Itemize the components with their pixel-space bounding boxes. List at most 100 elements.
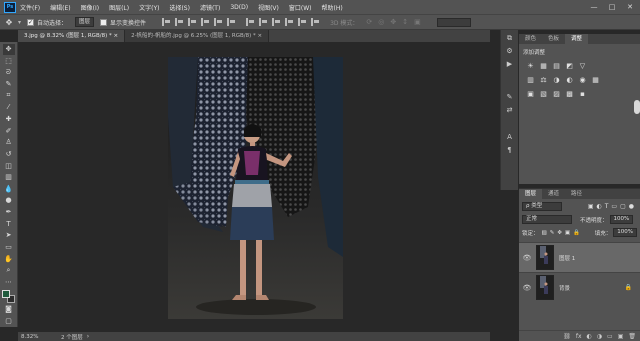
move-tool-icon[interactable]: ✥ bbox=[0, 18, 18, 27]
foreground-color-swatch[interactable] bbox=[1, 290, 10, 299]
healing-brush-tool-icon[interactable]: ✚ bbox=[3, 114, 15, 125]
auto-select-checkbox[interactable]: ✓ bbox=[27, 18, 35, 26]
menu-select[interactable]: 选择(S) bbox=[169, 3, 190, 12]
gradient-map-icon[interactable]: ▩ bbox=[565, 90, 574, 98]
tool-preset-chevron-icon[interactable]: ▾ bbox=[18, 19, 21, 26]
menu-layer[interactable]: 图层(L) bbox=[109, 3, 129, 12]
properties-panel-icon[interactable]: ⚙ bbox=[505, 47, 515, 56]
tab-layers[interactable]: 图层 bbox=[519, 189, 543, 199]
close-button[interactable]: ✕ bbox=[624, 2, 636, 12]
distribute-right-icon[interactable] bbox=[311, 18, 320, 26]
align-bottom-icon[interactable] bbox=[227, 18, 236, 26]
clone-stamp-tool-icon[interactable]: ♙ bbox=[3, 137, 15, 148]
crop-tool-icon[interactable]: ⌗ bbox=[3, 91, 15, 102]
menu-3d[interactable]: 3D(D) bbox=[230, 4, 248, 11]
menu-file[interactable]: 文件(F) bbox=[20, 3, 40, 12]
blend-mode-dropdown[interactable]: 正常 bbox=[522, 215, 572, 224]
actions-panel-icon[interactable]: ▶ bbox=[505, 60, 515, 69]
new-layer-icon[interactable]: ▣ bbox=[618, 333, 624, 340]
align-middle-icon[interactable] bbox=[214, 18, 223, 26]
quick-mask-icon[interactable]: ◙ bbox=[3, 304, 15, 315]
visibility-eye-icon[interactable]: 👁 bbox=[522, 284, 532, 292]
menu-image[interactable]: 图像(I) bbox=[81, 3, 99, 12]
selective-color-icon[interactable]: ▪ bbox=[578, 90, 587, 98]
brush-tool-icon[interactable]: ✐ bbox=[3, 125, 15, 136]
distribute-center-icon[interactable] bbox=[298, 18, 307, 26]
distribute-top-icon[interactable] bbox=[246, 18, 255, 26]
path-select-tool-icon[interactable]: ➤ bbox=[3, 230, 15, 241]
move-tool-icon[interactable]: ✥ bbox=[2, 44, 15, 55]
lock-icons[interactable]: ▨✎✥▣🔒 bbox=[542, 230, 583, 236]
pen-tool-icon[interactable]: ✒ bbox=[3, 207, 15, 218]
add-mask-icon[interactable]: ◐ bbox=[587, 333, 592, 340]
link-layers-icon[interactable]: ⛓ bbox=[563, 333, 571, 340]
character-panel-icon[interactable]: A bbox=[505, 133, 515, 142]
layer-style-icon[interactable]: fx bbox=[576, 333, 582, 340]
menu-edit[interactable]: 编辑(E) bbox=[50, 3, 70, 12]
new-group-icon[interactable]: ▭ bbox=[607, 333, 613, 340]
tab-document-1[interactable]: 3.jpg @ 8.32% (图层 1, RGB/8) * × bbox=[18, 30, 126, 42]
history-brush-tool-icon[interactable]: ↺ bbox=[3, 149, 15, 160]
type-tool-icon[interactable]: T bbox=[3, 218, 15, 229]
layer-filter-icons[interactable]: ▣◐T▭▢● bbox=[588, 203, 637, 210]
marquee-tool-icon[interactable]: ⬚ bbox=[3, 56, 15, 67]
align-top-icon[interactable] bbox=[201, 18, 210, 26]
3d-rotate-icon[interactable]: ⟳ bbox=[366, 18, 372, 26]
document-canvas-photo[interactable] bbox=[168, 57, 343, 319]
curves-icon[interactable]: ▤ bbox=[552, 62, 561, 70]
lasso-tool-icon[interactable]: ᘐ bbox=[3, 67, 15, 78]
photo-filter-icon[interactable]: ◐ bbox=[565, 76, 574, 84]
posterize-icon[interactable]: ▧ bbox=[539, 90, 548, 98]
history-panel-icon[interactable]: ⧉ bbox=[505, 34, 515, 43]
eraser-tool-icon[interactable]: ◫ bbox=[3, 160, 15, 171]
layer-row-2[interactable]: 👁 背景 🔒 bbox=[519, 272, 640, 302]
opacity-input[interactable]: 100% bbox=[609, 215, 634, 224]
channel-mixer-icon[interactable]: ◉ bbox=[578, 76, 587, 84]
color-swatches[interactable] bbox=[1, 290, 16, 304]
tab-channels[interactable]: 通道 bbox=[542, 189, 565, 199]
vibrance-icon[interactable]: ▽ bbox=[578, 62, 587, 70]
status-chevron-icon[interactable]: › bbox=[87, 333, 89, 340]
threshold-icon[interactable]: ▨ bbox=[552, 90, 561, 98]
zoom-tool-icon[interactable]: ⌕ bbox=[3, 265, 15, 276]
brightness-contrast-icon[interactable]: ☀ bbox=[526, 62, 535, 70]
black-white-icon[interactable]: ◑ bbox=[552, 76, 561, 84]
tab-swatches[interactable]: 色板 bbox=[542, 34, 565, 44]
blur-tool-icon[interactable]: 💧 bbox=[3, 184, 15, 195]
3d-drag-icon[interactable]: ✥ bbox=[390, 18, 396, 26]
layer-filter-dropdown[interactable]: ρ 类型 bbox=[522, 202, 562, 211]
tab-document-2[interactable]: 2-帆船的-帆船的.jpg @ 6.25% (图层 1, RGB/8) * × bbox=[125, 30, 270, 42]
tab-paths[interactable]: 路径 bbox=[565, 189, 588, 199]
layer-name[interactable]: 图层 1 bbox=[559, 254, 575, 262]
hue-saturation-icon[interactable]: ▥ bbox=[526, 76, 535, 84]
3d-roll-icon[interactable]: ◎ bbox=[378, 18, 384, 26]
eyedropper-tool-icon[interactable]: ⁄ bbox=[3, 102, 15, 113]
distribute-middle-icon[interactable] bbox=[259, 18, 268, 26]
zoom-level[interactable]: 8.32% bbox=[21, 334, 61, 340]
align-right-icon[interactable] bbox=[188, 18, 197, 26]
show-transform-checkbox[interactable] bbox=[100, 18, 108, 26]
auto-select-dropdown[interactable]: 图层 bbox=[75, 17, 95, 27]
quick-select-tool-icon[interactable]: ✎ bbox=[3, 79, 15, 90]
distribute-left-icon[interactable] bbox=[285, 18, 294, 26]
more-tools-icon[interactable]: ⋯ bbox=[3, 277, 15, 288]
gradient-tool-icon[interactable]: ▥ bbox=[3, 172, 15, 183]
exposure-icon[interactable]: ◩ bbox=[565, 62, 574, 70]
panel-scroll-handle[interactable] bbox=[634, 100, 640, 114]
layer-row-1[interactable]: 👁 图层 1 bbox=[519, 242, 640, 272]
menu-window[interactable]: 窗口(W) bbox=[289, 3, 312, 12]
align-left-icon[interactable] bbox=[162, 18, 171, 26]
color-balance-icon[interactable]: ⚖ bbox=[539, 76, 548, 84]
adjustment-layer-icon[interactable]: ◑ bbox=[597, 333, 602, 340]
adjust-panel-icon[interactable]: ⇄ bbox=[505, 106, 515, 115]
minimize-button[interactable]: — bbox=[588, 2, 600, 12]
menu-view[interactable]: 视图(V) bbox=[258, 3, 279, 12]
brush-panel-icon[interactable]: ✎ bbox=[505, 93, 515, 102]
workspace-switcher[interactable] bbox=[436, 17, 471, 27]
3d-scale-icon[interactable]: ▣ bbox=[414, 18, 421, 26]
layer-name[interactable]: 背景 bbox=[559, 284, 570, 292]
visibility-eye-icon[interactable]: 👁 bbox=[522, 254, 532, 262]
tab-adjustments[interactable]: 调整 bbox=[565, 34, 589, 44]
levels-icon[interactable]: ▦ bbox=[539, 62, 548, 70]
fill-input[interactable]: 100% bbox=[613, 228, 637, 237]
